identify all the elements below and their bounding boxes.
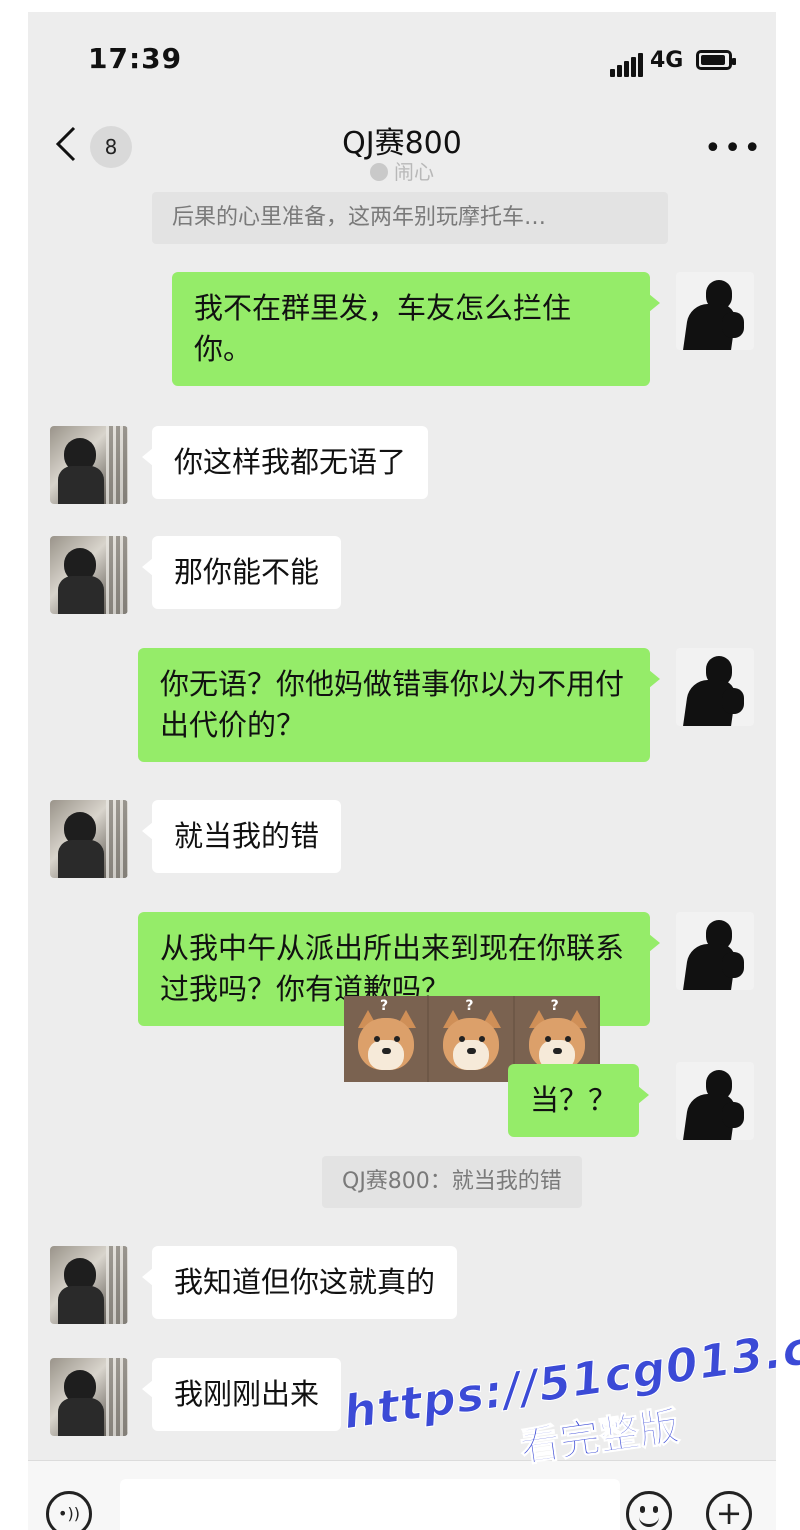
signal-icon <box>610 53 644 77</box>
emoji-icon[interactable] <box>626 1491 672 1530</box>
message-bubble-incoming[interactable]: 你这样我都无语了 <box>141 426 429 499</box>
message-bubble-incoming[interactable]: 我知道但你这就真的 <box>141 1246 458 1319</box>
message-bubble-incoming[interactable]: 那你能不能 <box>141 536 342 609</box>
sticker-mark: ? <box>380 998 389 1014</box>
contact-avatar[interactable] <box>50 1246 128 1324</box>
plus-icon[interactable]: + <box>706 1491 752 1530</box>
chat-status: 闹心 <box>28 156 776 185</box>
sticker-frame: ? <box>429 996 513 1082</box>
message-bubble-outgoing[interactable]: 我不在群里发，车友怎么拦住你。 <box>172 272 660 386</box>
chat-screen: 17:39 4G 8 QJ赛800 闹心 ••• 后果的心里准备，这两年别玩摩托… <box>28 12 776 1530</box>
smiley-icon <box>370 163 388 181</box>
chat-status-text: 闹心 <box>394 160 434 184</box>
battery-icon <box>696 50 736 70</box>
message-bubble-incoming[interactable]: 我刚刚出来 <box>141 1358 342 1431</box>
message-bubble-outgoing[interactable]: 当？？ <box>508 1064 650 1137</box>
network-type: 4G <box>650 48 684 73</box>
contact-avatar[interactable] <box>50 1358 128 1436</box>
quoted-reply[interactable]: QJ赛800：就当我的错 <box>322 1156 582 1208</box>
message-list[interactable]: 后果的心里准备，这两年别玩摩托车… 我不在群里发，车友怎么拦住你。 你这样我都无… <box>28 192 776 1452</box>
contact-avatar[interactable] <box>50 426 128 504</box>
my-avatar[interactable] <box>676 272 754 350</box>
my-avatar[interactable] <box>676 648 754 726</box>
chat-header: 8 QJ赛800 闹心 ••• <box>28 112 776 192</box>
contact-avatar[interactable] <box>50 800 128 878</box>
sticker-mark: ? <box>465 998 474 1014</box>
quoted-message[interactable]: 后果的心里准备，这两年别玩摩托车… <box>152 192 668 244</box>
voice-input-icon[interactable]: •)) <box>46 1491 92 1530</box>
message-bubble-incoming[interactable]: 就当我的错 <box>141 800 342 873</box>
more-options-button[interactable]: ••• <box>704 134 763 164</box>
message-bubble-outgoing[interactable]: 你无语？你他妈做错事你以为不用付出代价的？ <box>138 648 660 762</box>
contact-avatar[interactable] <box>50 536 128 614</box>
my-avatar[interactable] <box>676 912 754 990</box>
sticker-mark: ? <box>550 998 559 1014</box>
status-bar: 17:39 4G <box>28 12 776 112</box>
sticker-frame: ? <box>344 996 428 1082</box>
status-time: 17:39 <box>88 42 183 75</box>
my-avatar[interactable] <box>676 1062 754 1140</box>
